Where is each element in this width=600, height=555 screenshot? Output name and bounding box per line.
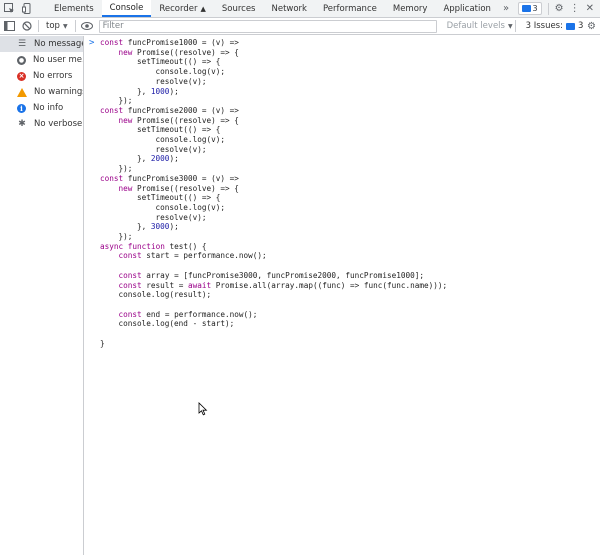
error-icon: × (17, 71, 26, 81)
tab-recorder[interactable]: Recorder ▲ (151, 0, 213, 17)
tab-performance[interactable]: Performance (315, 0, 385, 17)
divider (547, 2, 549, 15)
more-tabs-chevron-icon[interactable]: » (503, 0, 509, 17)
panel-tabs: Elements Console Recorder ▲ Sources Netwo… (46, 0, 509, 17)
warning-icon (17, 87, 27, 97)
message-icon (565, 22, 575, 30)
console-settings-gear-icon[interactable]: ⚙ (587, 21, 596, 32)
device-toolbar-icon[interactable] (18, 0, 36, 17)
divider (74, 20, 76, 32)
code-line: setTimeout(() => { (100, 125, 221, 135)
tab-application[interactable]: Application (435, 0, 499, 17)
code-line: } (100, 338, 105, 348)
code-line: console.log(v); (100, 67, 225, 77)
settings-gear-icon[interactable]: ⚙ (555, 3, 564, 14)
code-line: }); (100, 96, 133, 106)
code-line: async function test() { (100, 241, 207, 251)
code-line: new Promise((resolve) => { (118, 115, 239, 125)
tab-elements[interactable]: Elements (46, 0, 102, 17)
context-selector[interactable]: top ▼ (41, 21, 73, 31)
close-devtools-icon[interactable]: ✕ (586, 3, 594, 14)
code-line: new Promise((resolve) => { (118, 47, 239, 57)
code-line: const result = await Promise.all(array.m… (118, 280, 448, 290)
code-line: setTimeout(() => { (100, 193, 221, 203)
divider (514, 20, 516, 32)
tab-memory[interactable]: Memory (385, 0, 436, 17)
code-line: console.log(v); (100, 135, 225, 145)
devtools-tabbar: Elements Console Recorder ▲ Sources Netwo… (0, 0, 600, 18)
clear-console-icon[interactable] (18, 21, 36, 31)
code-line: const start = performance.now(); (118, 251, 267, 261)
code-line: ​ (100, 261, 447, 271)
tab-console[interactable]: Console (101, 0, 152, 17)
tab-sources[interactable]: Sources (214, 0, 264, 17)
toggle-sidebar-icon[interactable] (0, 21, 18, 31)
code-line: }, 2000); (100, 154, 179, 164)
console-sidebar: ☰ No messages ● No user me... × No error… (0, 36, 84, 555)
console-prompt-chevron-icon: > (89, 38, 95, 48)
code-line: const array = [funcPromise3000, funcProm… (118, 270, 424, 280)
sidebar-item-messages[interactable]: ☰ No messages (0, 36, 83, 52)
code-line: }, 1000); (100, 86, 179, 96)
code-line: resolve(v); (100, 76, 207, 86)
code-line: ​ (100, 300, 447, 310)
code-line: console.log(end - start); (100, 319, 235, 329)
tabbar-actions: 3 ⚙ ⋮ ✕ (517, 0, 600, 17)
caret-down-icon: ▼ (62, 22, 68, 30)
live-expression-eye-icon[interactable] (78, 22, 96, 30)
code-line: console.log(v); (100, 202, 225, 212)
sidebar-item-errors[interactable]: × No errors (0, 68, 83, 84)
code-line: }); (100, 232, 133, 242)
tab-network[interactable]: Network (263, 0, 315, 17)
flask-icon: ▲ (200, 4, 206, 13)
info-icon: i (17, 103, 26, 113)
code-line: new Promise((resolve) => { (118, 183, 239, 193)
inspect-element-icon[interactable] (0, 0, 18, 17)
code-line: }, 3000); (100, 222, 179, 232)
code-line: const funcPromise2000 = (v) => (100, 105, 239, 115)
code-line: }); (100, 164, 133, 174)
more-options-icon[interactable]: ⋮ (570, 3, 580, 14)
code-line: const funcPromise3000 = (v) => (100, 173, 239, 183)
code-line: ​ (100, 329, 447, 339)
log-levels-dropdown[interactable]: Default levels ▼ (447, 21, 513, 31)
issues-button[interactable]: 3 Issues: 3 (526, 21, 584, 31)
divider (38, 20, 39, 32)
bug-icon: ✱ (18, 119, 26, 129)
sidebar-item-user-messages[interactable]: ● No user me... (0, 52, 83, 68)
code-line: resolve(v); (100, 144, 207, 154)
code-line: console.log(result); (100, 290, 212, 300)
code-line: resolve(v); (100, 212, 207, 222)
issues-counter-button[interactable]: 3 (517, 2, 542, 15)
code-line: const end = performance.now(); (118, 309, 258, 319)
mouse-pointer-icon (198, 402, 208, 416)
console-toolbar: top ▼ Default levels ▼ 3 Issues: 3 ⚙ (0, 18, 600, 35)
console-area[interactable]: > const funcPromise1000 = (v) => new Pro… (85, 36, 600, 555)
sidebar-item-warnings[interactable]: No warnings (0, 84, 83, 100)
list-icon: ☰ (17, 39, 27, 49)
code-line: const funcPromise1000 = (v) => (100, 38, 239, 47)
filter-input[interactable] (98, 19, 437, 33)
message-icon (521, 5, 531, 12)
console-input-code[interactable]: const funcPromise1000 = (v) => new Promi… (100, 38, 447, 349)
sidebar-item-verbose[interactable]: ✱ No verbose (0, 116, 83, 132)
caret-down-icon: ▼ (507, 22, 513, 30)
sidebar-item-info[interactable]: i No info (0, 100, 83, 116)
code-line: setTimeout(() => { (100, 57, 221, 67)
user-icon: ● (17, 55, 26, 65)
